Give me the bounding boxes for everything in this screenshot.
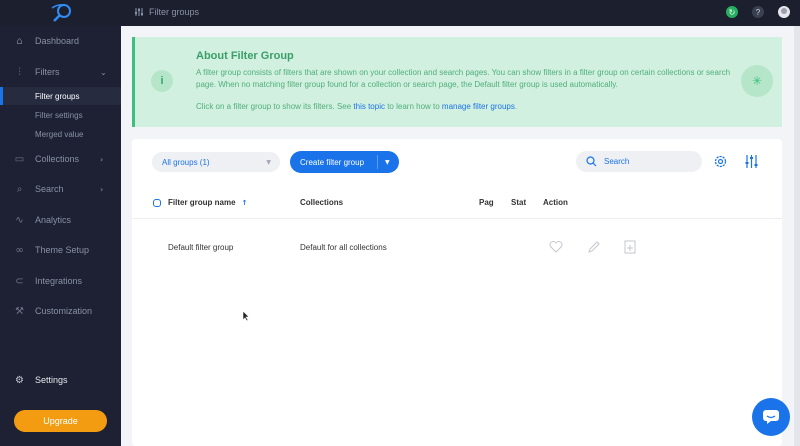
chat-button[interactable] <box>752 398 790 436</box>
top-bar: Filter groups ↻ ? <box>0 0 800 26</box>
sidebar-subitem-filter-groups[interactable]: Filter groups <box>0 87 121 105</box>
column-header-collections: Collections <box>300 198 344 207</box>
filter-groups-card: All groups (1) ▼ Create filter group ▼ S… <box>132 139 782 446</box>
search-placeholder: Search <box>604 157 630 166</box>
sync-status-icon[interactable]: ↻ <box>726 6 738 18</box>
filter-group-name-cell[interactable]: Default filter group <box>168 243 233 252</box>
chat-icon <box>763 410 779 424</box>
sliders-icon[interactable] <box>744 154 759 169</box>
sidebar-item-filters[interactable]: ⫶ Filters ⌄ <box>0 57 121 87</box>
column-header-action: Action <box>543 198 568 207</box>
sidebar-item-label: Analytics <box>35 215 72 225</box>
close-info-icon[interactable]: ✳ <box>741 65 773 97</box>
info-help-mid: to learn how to <box>384 102 442 111</box>
sidebar-item-collections[interactable]: ▭ Collections › <box>0 144 121 174</box>
sidebar-item-customization[interactable]: ⚒ Customization <box>0 296 121 326</box>
page-title: Filter groups <box>134 7 199 17</box>
sort-ascending-icon[interactable]: ↑ <box>242 199 248 207</box>
heart-icon[interactable] <box>548 239 564 255</box>
sidebar-subitem-merged-value[interactable]: Merged value <box>0 125 121 143</box>
collections-icon: ▭ <box>14 153 25 165</box>
info-text: A filter group consists of filters that … <box>196 68 731 89</box>
search-icon <box>586 156 597 167</box>
chevron-down-icon[interactable]: ▼ <box>385 159 390 166</box>
button-divider <box>377 155 378 169</box>
chevron-right-icon: › <box>100 154 104 164</box>
create-filter-group-label: Create filter group <box>300 157 365 167</box>
page-title-text: Filter groups <box>149 7 200 17</box>
column-header-status: Stat <box>511 198 527 207</box>
info-title: About Filter Group <box>196 50 294 62</box>
integrations-icon: ⊂ <box>15 275 24 287</box>
sidebar-item-label: Integrations <box>35 276 83 286</box>
sidebar-item-integrations[interactable]: ⊂ Integrations <box>0 266 121 296</box>
sidebar-item-settings[interactable]: ⚙ Settings <box>0 365 121 395</box>
chevron-down-icon: ▼ <box>266 158 271 166</box>
upgrade-button[interactable]: Upgrade <box>14 410 107 432</box>
sidebar-item-label: Customization <box>35 306 93 316</box>
duplicate-icon[interactable] <box>622 239 638 255</box>
mouse-cursor-icon <box>242 310 250 322</box>
link-icon: ∞ <box>15 244 24 256</box>
sidebar-subitem-label: Filter settings <box>35 110 83 120</box>
sidebar-subitem-filter-settings[interactable]: Filter settings <box>0 106 121 124</box>
sidebar-item-label: Theme Setup <box>35 245 90 255</box>
info-help-suffix: . <box>514 102 518 111</box>
filters-icon: ⫶ <box>18 66 21 78</box>
sidebar: ⌂ Dashboard ⫶ Filters ⌄ Filter groups Fi… <box>0 26 121 446</box>
app-logo-icon[interactable] <box>50 2 74 24</box>
home-icon: ⌂ <box>16 35 23 47</box>
avatar[interactable] <box>778 6 790 18</box>
info-icon: i <box>151 70 173 92</box>
sidebar-item-label: Settings <box>35 375 68 385</box>
sidebar-item-dashboard[interactable]: ⌂ Dashboard <box>0 26 121 56</box>
groups-select-value: All groups (1) <box>162 157 210 167</box>
sidebar-item-label: Dashboard <box>35 36 80 46</box>
scrollbar[interactable] <box>794 26 800 446</box>
help-icon[interactable]: ? <box>752 6 764 18</box>
select-all-checkbox[interactable] <box>153 199 161 207</box>
table-row[interactable]: Default filter group Default for all col… <box>132 235 782 261</box>
this-topic-link[interactable]: this topic <box>353 102 385 111</box>
edit-icon[interactable] <box>586 239 602 255</box>
sidebar-item-search[interactable]: ⌕ Search › <box>0 174 121 204</box>
column-header-name[interactable]: Filter group name ↑ <box>168 198 247 207</box>
search-input[interactable]: Search <box>576 151 702 172</box>
column-header-label: Filter group name <box>168 198 236 207</box>
column-header-pages: Pag <box>479 198 494 207</box>
main-content: i About Filter Group A filter group cons… <box>121 26 800 446</box>
filters-icon <box>135 8 143 16</box>
manage-filter-groups-link[interactable]: manage filter groups <box>442 102 515 111</box>
sidebar-item-label: Collections <box>35 154 80 164</box>
collections-cell: Default for all collections <box>300 243 387 252</box>
gear-icon: ⚙ <box>15 374 24 386</box>
search-icon: ⌕ <box>16 183 23 195</box>
groups-select[interactable]: All groups (1) ▼ <box>152 152 280 172</box>
info-banner: i About Filter Group A filter group cons… <box>132 37 782 127</box>
gear-icon[interactable] <box>713 154 728 169</box>
table-header: Filter group name ↑ Collections Pag Stat … <box>132 193 782 219</box>
sidebar-subitem-label: Merged value <box>35 129 84 139</box>
chevron-right-icon: › <box>100 184 104 194</box>
sidebar-item-theme-setup[interactable]: ∞ Theme Setup <box>0 235 121 265</box>
info-help-line: Click on a filter group to show its filt… <box>196 102 517 111</box>
sidebar-item-analytics[interactable]: ∿ Analytics <box>0 205 121 235</box>
sidebar-item-label: Filters <box>35 67 60 77</box>
info-help-prefix: Click on a filter group to show its filt… <box>196 102 354 111</box>
create-filter-group-button[interactable]: Create filter group ▼ <box>290 151 399 173</box>
wrench-icon: ⚒ <box>15 305 24 317</box>
chevron-down-icon: ⌄ <box>100 67 107 77</box>
sidebar-item-label: Search <box>35 184 64 194</box>
sidebar-subitem-label: Filter groups <box>35 91 80 101</box>
analytics-icon: ∿ <box>15 214 24 226</box>
